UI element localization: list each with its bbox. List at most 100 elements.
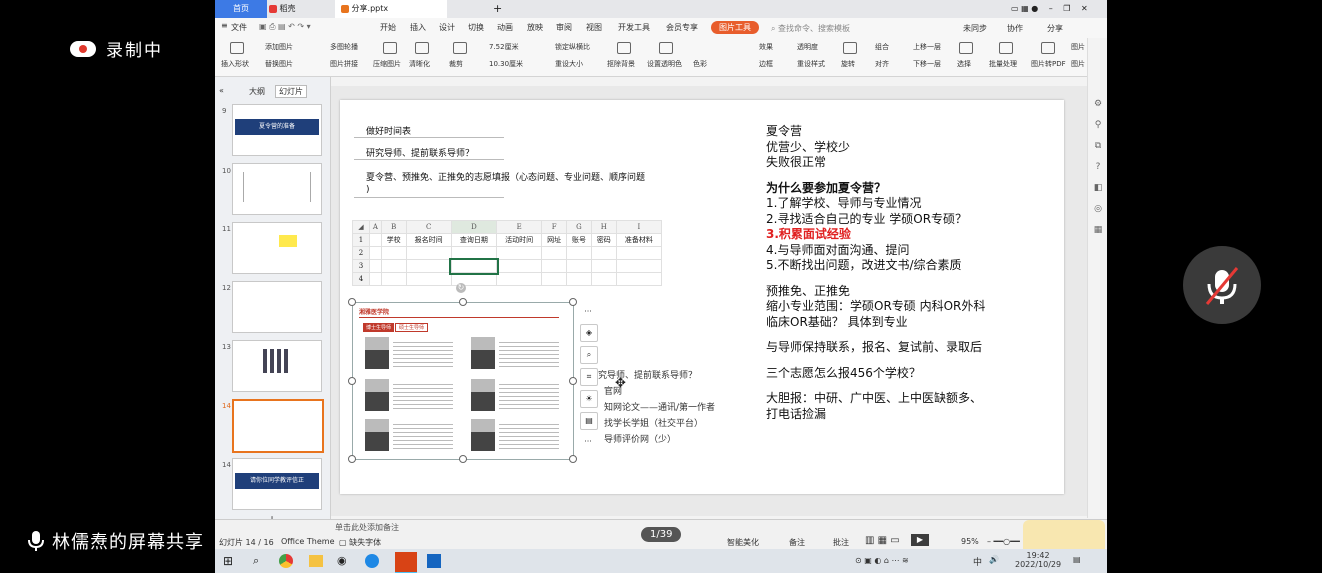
pin-icon[interactable]: ⚲ — [1088, 115, 1107, 136]
volume-icon[interactable]: 🔊 — [989, 555, 999, 564]
remove-background-button[interactable]: 抠除背景 — [607, 59, 635, 69]
meeting-app-icon[interactable] — [427, 554, 441, 568]
tab-docer[interactable]: 稻壳 — [263, 0, 325, 18]
selected-cell[interactable] — [449, 257, 499, 275]
menu-transition[interactable]: 切换 — [468, 22, 484, 33]
copy-icon[interactable]: ⧉ — [1088, 136, 1107, 157]
grid-icon[interactable]: ▦ — [1021, 4, 1029, 13]
picture-to-pdf-button[interactable]: 图片转PDF — [1031, 59, 1066, 69]
menu-design[interactable]: 设计 — [439, 22, 455, 33]
smart-beautify-button[interactable]: 智能美化 — [727, 537, 759, 548]
current-slide[interactable]: 做好时间表 研究导师、提前联系导师？ 夏令营、预推免、正推免的志愿填报（心态问题… — [340, 100, 1064, 494]
effect-button[interactable]: 效果 — [759, 42, 773, 52]
chrome-icon[interactable] — [279, 554, 293, 568]
ime-indicator[interactable]: 中 — [973, 555, 982, 568]
tab-document[interactable]: 分享.pptx — [335, 0, 447, 18]
resize-handle[interactable] — [569, 377, 577, 385]
slide-text[interactable]: 导师评价网（少） — [604, 432, 676, 445]
set-transparent-button[interactable]: 设置透明色 — [647, 59, 682, 69]
resize-handle[interactable] — [569, 298, 577, 306]
windows-start-icon[interactable]: ⊞ — [223, 554, 233, 568]
height-field[interactable]: 7.52厘米 — [489, 42, 519, 52]
resize-handle[interactable] — [348, 298, 356, 306]
resize-handle[interactable] — [459, 298, 467, 306]
slide-thumbnail[interactable] — [232, 222, 322, 274]
collapse-panel-icon[interactable]: « — [219, 86, 224, 95]
notes-placeholder[interactable]: 单击此处添加备注 — [335, 522, 399, 533]
layout-icon[interactable]: ▭ — [1011, 4, 1019, 13]
clock[interactable]: 19:42 2022/10/29 — [1015, 551, 1061, 569]
avatar[interactable]: ● — [1031, 4, 1038, 13]
new-tab-icon[interactable]: + — [487, 0, 508, 18]
rotate-handle-icon[interactable]: ↻ — [456, 283, 466, 293]
sync-status[interactable]: 未同步 — [963, 23, 987, 34]
menu-home[interactable]: 开始 — [380, 22, 396, 33]
mute-microphone-button[interactable] — [1183, 246, 1261, 324]
selection-button[interactable]: 选择 — [957, 59, 971, 69]
quick-access-icons[interactable]: ▣ ⎙ ▤ ↶ ↷ ▾ — [259, 22, 311, 32]
lock-ratio-checkbox[interactable]: 锁定纵横比 — [555, 42, 590, 52]
layout-icon[interactable]: ▦ — [1088, 220, 1107, 241]
picture-more-button[interactable]: 图片 — [1071, 42, 1085, 52]
resize-handle[interactable] — [459, 455, 467, 463]
menu-slideshow[interactable]: 放映 — [527, 22, 543, 33]
search-icon[interactable]: ⌕ — [253, 554, 259, 568]
width-field[interactable]: 10.30厘米 — [489, 59, 523, 69]
picture-stitch-button[interactable]: 图片拼接 — [330, 59, 358, 69]
crop-icon[interactable]: ⌗ — [580, 368, 598, 386]
edge-icon[interactable] — [365, 554, 379, 568]
view-mode-icons[interactable]: ▥ ▦ ▭ — [865, 535, 900, 546]
transparency-button[interactable]: 透明度 — [797, 42, 818, 52]
slide-thumbnail[interactable] — [232, 163, 322, 215]
lightbulb-icon[interactable]: ☀ — [580, 390, 598, 408]
more-options-icon[interactable]: ··· — [580, 434, 596, 450]
menu-file[interactable]: 文件 — [231, 22, 247, 33]
tab-outline[interactable]: 大纲 — [249, 86, 265, 97]
color-button[interactable]: 色彩 — [693, 59, 707, 69]
slide-text[interactable]: 研究导师、提前联系导师？ — [366, 146, 474, 159]
slide-text[interactable]: 做好时间表 — [366, 124, 411, 137]
layers-icon[interactable]: ◈ — [580, 324, 598, 342]
notes-button[interactable]: 备注 — [789, 537, 805, 548]
resize-handle[interactable] — [348, 377, 356, 385]
crop-button[interactable]: 裁剪 — [449, 59, 463, 69]
wps-taskbar-icon[interactable] — [395, 552, 417, 573]
command-search[interactable]: ⌕ 查找命令、搜索模板 — [771, 23, 850, 34]
hamburger-icon[interactable]: ≡ — [221, 21, 228, 30]
resize-handle[interactable] — [348, 455, 356, 463]
close-icon[interactable]: ✕ — [1081, 4, 1088, 13]
shape-style-icon[interactable]: ◧ — [1088, 178, 1107, 199]
bring-forward-button[interactable]: 上移一层 — [913, 42, 941, 52]
slide-thumbnail[interactable] — [232, 281, 322, 333]
restore-icon[interactable]: ❐ — [1063, 4, 1070, 13]
slide-thumbnail[interactable]: 请你位同学教评信正 — [232, 458, 322, 510]
tab-home[interactable]: 首页 — [215, 0, 267, 18]
slide-text[interactable]: 夏令营、预推免、正推免的志愿填报（心态问题、专业问题、顺序问题 — [366, 170, 645, 183]
right-text-box[interactable]: 夏令营 优营少、学校少 失败很正常 为什么要参加夏令营？ 1.了解学校、导师与专… — [766, 124, 985, 422]
minimize-icon[interactable]: – — [1049, 4, 1053, 13]
border-button[interactable]: 边框 — [759, 59, 773, 69]
replace-picture-button[interactable]: 替换图片 — [265, 59, 293, 69]
add-picture-button[interactable]: 添加图片 — [265, 42, 293, 52]
menu-animation[interactable]: 动画 — [497, 22, 513, 33]
image-settings-icon[interactable]: ▤ — [580, 412, 598, 430]
menu-picture-tools[interactable]: 图片工具 — [711, 21, 759, 34]
reset-style-button[interactable]: 重设样式 — [797, 59, 825, 69]
insert-shape-button[interactable]: 插入形状 — [221, 59, 249, 69]
missing-font-button[interactable]: ▢ 缺失字体 — [339, 537, 381, 548]
resize-handle[interactable] — [569, 455, 577, 463]
slide-text[interactable]: ) — [366, 185, 370, 195]
menu-member[interactable]: 会员专享 — [666, 22, 698, 33]
rotate-button[interactable]: 旋转 — [841, 59, 855, 69]
file-explorer-icon[interactable] — [309, 555, 323, 567]
menu-view[interactable]: 视图 — [586, 22, 602, 33]
slide-thumbnail[interactable]: 夏令营的准备 — [232, 104, 322, 156]
slide-text[interactable]: 究导师、提前联系导师？ — [598, 368, 697, 381]
slide-text[interactable]: 找学长学姐（社交平台） — [604, 416, 703, 429]
more-icon[interactable]: ··· — [580, 304, 596, 320]
compass-icon[interactable]: ◎ — [1088, 199, 1107, 220]
reset-size-button[interactable]: 重设大小 — [555, 59, 583, 69]
help-icon[interactable]: ? — [1088, 157, 1107, 178]
comments-button[interactable]: 批注 — [833, 537, 849, 548]
settings-icon[interactable]: ⚙ — [1088, 94, 1107, 115]
